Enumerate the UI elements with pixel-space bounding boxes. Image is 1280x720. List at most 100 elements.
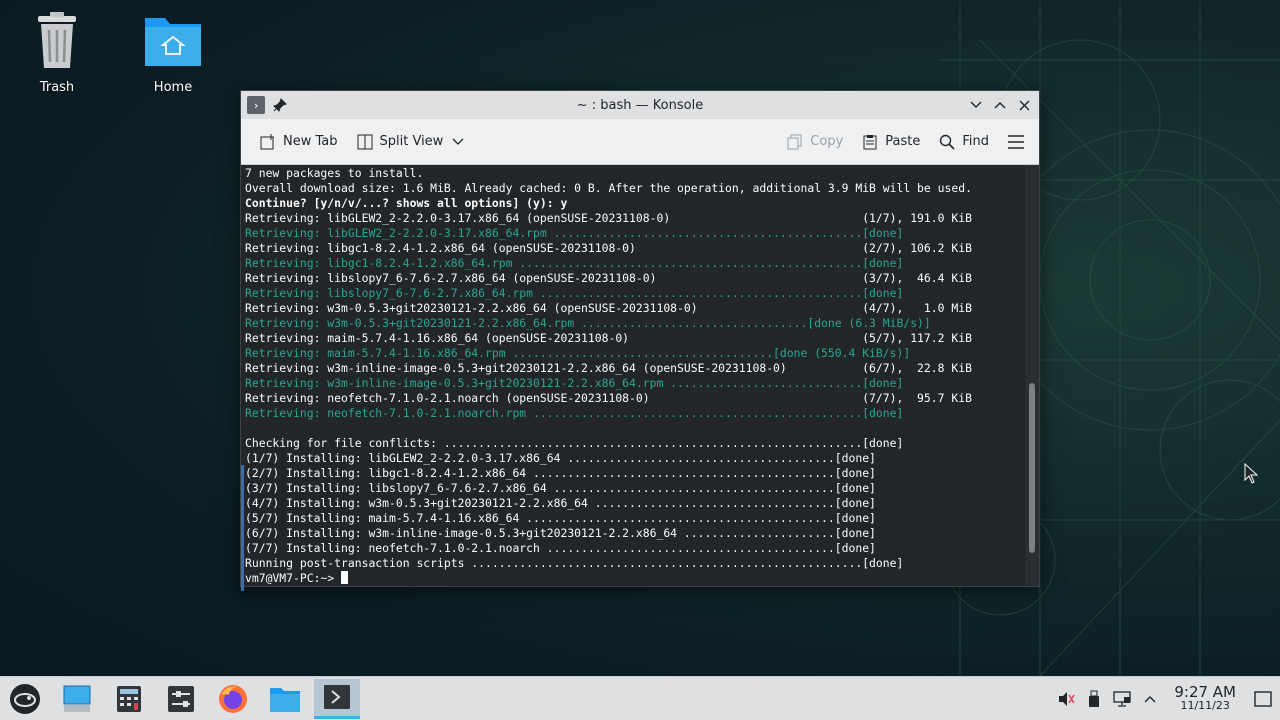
pager-icon bbox=[63, 685, 91, 712]
calculator-icon bbox=[117, 685, 141, 712]
calculator-button[interactable] bbox=[106, 679, 152, 719]
settings-icon bbox=[168, 685, 194, 712]
paste-icon bbox=[861, 133, 879, 151]
terminal-line: Retrieving: w3m-inline-image-0.5.3+git20… bbox=[245, 376, 904, 390]
terminal-line: Overall download size: 1.6 MiB. Already … bbox=[245, 181, 972, 195]
system-tray: 9:27 AM 11/11/23 bbox=[1052, 677, 1280, 720]
tray-expand-button[interactable] bbox=[1136, 685, 1164, 713]
firefox-icon bbox=[219, 684, 247, 713]
chevron-up-icon bbox=[1144, 695, 1156, 702]
desktop-icon-trash[interactable]: Trash bbox=[12, 12, 102, 95]
terminal-line: Retrieving: w3m-0.5.3+git20230121-2.2.x8… bbox=[245, 316, 931, 330]
firefox-button[interactable] bbox=[210, 679, 256, 719]
scrollbar-thumb[interactable] bbox=[1029, 383, 1035, 553]
app-launcher-button[interactable] bbox=[2, 679, 48, 719]
terminal-line: Retrieving: neofetch-7.1.0-2.1.noarch.rp… bbox=[245, 406, 904, 420]
pager-button[interactable] bbox=[54, 679, 100, 719]
terminal-line: (3/7) Installing: libslopy7_6-7.6-2.7.x8… bbox=[245, 481, 876, 495]
window-titlebar[interactable]: › ~ : bash — Konsole bbox=[241, 91, 1039, 119]
desktop-icon-label: Trash bbox=[39, 80, 75, 95]
paste-button[interactable]: Paste bbox=[857, 127, 924, 157]
split-view-button[interactable]: Split View bbox=[352, 127, 472, 157]
terminal-line: (7/7) Installing: neofetch-7.1.0-2.1.noa… bbox=[245, 541, 876, 555]
terminal-prompt-line[interactable]: vm7@VM7-PC:~> bbox=[245, 571, 1025, 586]
terminal-output[interactable]: 7 new packages to install. Overall downlo… bbox=[241, 165, 1025, 586]
copy-button[interactable]: Copy bbox=[782, 127, 847, 157]
minimize-button[interactable] bbox=[965, 94, 987, 116]
shell-prompt: vm7@VM7-PC:~> bbox=[245, 571, 342, 585]
terminal-line: (6/7) Installing: w3m-inline-image-0.5.3… bbox=[245, 526, 876, 540]
hamburger-menu-icon bbox=[1007, 133, 1025, 151]
network-button[interactable] bbox=[1108, 685, 1136, 713]
window-title: ~ : bash — Konsole bbox=[576, 97, 704, 113]
desktop-icon-label: Home bbox=[153, 80, 193, 95]
taskbar: 9:27 AM 11/11/23 bbox=[0, 676, 1280, 720]
close-icon bbox=[1019, 100, 1029, 110]
digital-clock[interactable]: 9:27 AM 11/11/23 bbox=[1164, 682, 1246, 713]
terminal-icon bbox=[324, 685, 350, 709]
terminal-line: (2/7) Installing: libgc1-8.2.4-1.2.x86_6… bbox=[245, 466, 876, 480]
desktop-icon-home[interactable]: Home bbox=[128, 12, 218, 95]
terminal-line: Retrieving: libGLEW2_2-2.2.0-3.17.x86_64… bbox=[245, 226, 904, 240]
find-button[interactable]: Find bbox=[934, 127, 993, 157]
terminal-line: (5/7) Installing: maim-5.7.4-1.16.x86_64… bbox=[245, 511, 876, 525]
dolphin-button[interactable] bbox=[262, 679, 308, 719]
chevron-down-icon bbox=[970, 101, 982, 108]
split-view-label: Split View bbox=[379, 134, 444, 149]
konsole-window: › ~ : bash — Konsole New Tab Split View … bbox=[240, 90, 1040, 591]
new-tab-icon bbox=[259, 133, 277, 151]
clock-time: 9:27 AM bbox=[1174, 682, 1236, 701]
home-folder-icon bbox=[145, 18, 201, 66]
terminal-line: Retrieving: libslopy7_6-7.6-2.7.x86_64.r… bbox=[245, 286, 904, 300]
paste-label: Paste bbox=[885, 134, 921, 149]
clock-date: 11/11/23 bbox=[1180, 698, 1230, 712]
terminal-cursor bbox=[341, 571, 349, 584]
terminal-line: Checking for file conflicts: ...........… bbox=[245, 436, 904, 450]
copy-label: Copy bbox=[810, 134, 844, 149]
show-desktop-icon bbox=[1254, 690, 1272, 707]
terminal-line: Retrieving: libGLEW2_2-2.2.0-3.17.x86_64… bbox=[245, 211, 972, 225]
chevron-down-icon[interactable] bbox=[449, 133, 467, 151]
show-desktop-button[interactable] bbox=[1246, 677, 1280, 720]
search-icon bbox=[938, 133, 956, 151]
terminal-line: 7 new packages to install. bbox=[245, 166, 424, 180]
terminal-scrollbar[interactable] bbox=[1025, 165, 1039, 586]
output-marker bbox=[241, 465, 244, 591]
maximize-button[interactable] bbox=[989, 94, 1011, 116]
volume-muted-icon bbox=[1059, 691, 1075, 706]
konsole-toolbar: New Tab Split View Copy Paste Find bbox=[241, 119, 1039, 165]
mouse-pointer-icon bbox=[1244, 463, 1258, 484]
terminal-line: Retrieving: w3m-inline-image-0.5.3+git20… bbox=[245, 361, 972, 375]
konsole-app-icon[interactable]: › bbox=[247, 96, 265, 114]
copy-icon bbox=[786, 133, 804, 151]
hamburger-menu-button[interactable] bbox=[1003, 127, 1029, 157]
usb-drive-icon bbox=[1089, 690, 1100, 707]
new-tab-label: New Tab bbox=[283, 134, 338, 149]
terminal-line: Retrieving: maim-5.7.4-1.16.x86_64.rpm .… bbox=[245, 346, 911, 360]
terminal-line: Retrieving: maim-5.7.4-1.16.x86_64 (open… bbox=[245, 331, 972, 345]
terminal-line: Retrieving: libslopy7_6-7.6-2.7.x86_64 (… bbox=[245, 271, 972, 285]
terminal-line: (1/7) Installing: libGLEW2_2-2.2.0-3.17.… bbox=[245, 451, 876, 465]
folder-icon bbox=[270, 687, 300, 712]
terminal-line: Retrieving: libgc1-8.2.4-1.2.x86_64 (ope… bbox=[245, 241, 972, 255]
trash-icon bbox=[38, 12, 76, 68]
network-wired-icon bbox=[1113, 690, 1131, 707]
terminal-line: Retrieving: neofetch-7.1.0-2.1.noarch (o… bbox=[245, 391, 972, 405]
terminal-line: Retrieving: libgc1-8.2.4-1.2.x86_64.rpm … bbox=[245, 256, 904, 270]
konsole-task-button[interactable] bbox=[314, 678, 360, 719]
usb-device-button[interactable] bbox=[1080, 685, 1108, 713]
chevron-up-icon bbox=[994, 102, 1006, 109]
terminal-line: (4/7) Installing: w3m-0.5.3+git20230121-… bbox=[245, 496, 876, 510]
find-label: Find bbox=[962, 134, 989, 149]
pin-icon[interactable] bbox=[271, 96, 289, 114]
terminal-line: Retrieving: w3m-0.5.3+git20230121-2.2.x8… bbox=[245, 301, 972, 315]
new-tab-button[interactable]: New Tab bbox=[255, 127, 342, 157]
close-button[interactable] bbox=[1013, 94, 1035, 116]
system-settings-button[interactable] bbox=[158, 679, 204, 719]
volume-muted-button[interactable] bbox=[1052, 685, 1080, 713]
terminal-line: Continue? [y/n/v/...? shows all options]… bbox=[245, 196, 568, 210]
opensuse-icon bbox=[10, 683, 40, 714]
terminal-line: Running post-transaction scripts .......… bbox=[245, 556, 904, 570]
split-view-icon bbox=[356, 133, 374, 151]
